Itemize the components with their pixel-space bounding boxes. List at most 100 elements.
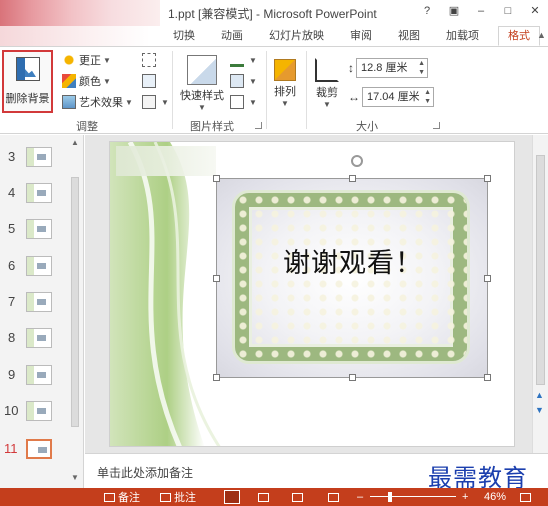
help-button[interactable]: ? (416, 3, 438, 19)
crop-icon (315, 58, 339, 82)
fit-window-icon (520, 492, 531, 502)
reading-view-button[interactable] (292, 490, 306, 504)
color-label: 颜色 (79, 76, 101, 88)
slide-sorter-view-button[interactable] (258, 490, 272, 504)
blurred-quick-access-area (0, 0, 160, 26)
normal-view-button[interactable] (224, 490, 240, 504)
width-input[interactable]: 17.04 厘米 ▲ ▼ (362, 87, 434, 107)
zoom-slider[interactable] (370, 496, 456, 497)
slide-thumbnail[interactable]: 10 (0, 397, 70, 427)
slide-canvas: 谢谢观看！ (109, 141, 515, 447)
fit-to-window-button[interactable] (520, 490, 534, 504)
scroll-down-icon[interactable]: ▼ (71, 473, 79, 482)
close-button[interactable]: ✕ (524, 3, 546, 19)
slide-thumbnails-pane: 3 4 5 6 7 8 9 10 11 ▲ ▼ (0, 135, 84, 488)
group-label-adjust: 调整 (76, 121, 98, 133)
slide-number: 7 (8, 294, 16, 309)
picture-layout-button[interactable]: ▼ (230, 93, 257, 111)
tab-addins[interactable]: 加载项 (433, 27, 492, 47)
tab-review[interactable]: 审阅 (337, 27, 385, 47)
size-launcher-icon[interactable] (433, 122, 440, 129)
picture-effects-button[interactable]: ▼ (230, 72, 257, 90)
rotate-handle-icon[interactable] (351, 155, 363, 167)
remove-background-button[interactable]: 删除背景 (2, 50, 53, 113)
corrections-button[interactable]: 更正 ▼ (62, 51, 111, 69)
change-picture-icon (142, 74, 156, 88)
resize-handle[interactable] (213, 175, 220, 182)
resize-handle[interactable] (213, 374, 220, 381)
comments-toggle-button[interactable]: 批注 (160, 490, 196, 504)
slide-thumbnail-image (26, 401, 52, 421)
slide-thumbnail[interactable]: 9 (0, 361, 70, 391)
slide-editing-area: 谢谢观看！ (85, 135, 532, 453)
slide-thumbnail[interactable]: 8 (0, 324, 70, 354)
slide-number: 8 (8, 330, 16, 345)
spinner-arrows-icon[interactable]: ▲ ▼ (418, 59, 425, 77)
zoom-level[interactable]: 46% (484, 490, 506, 504)
ribbon: 删除背景 更正 ▼ 颜色 ▼ 艺术效果 ▼ ▼ 调整 快速样式 ▼ ▼ ▼ ▼ 图片样… (0, 46, 548, 134)
slide-number: 5 (8, 221, 16, 236)
notes-toggle-button[interactable]: 备注 (104, 490, 140, 504)
collapse-ribbon-icon[interactable]: ▲ (537, 30, 546, 40)
group-separator (306, 51, 307, 129)
spinner-arrows-icon[interactable]: ▲ ▼ (424, 88, 431, 106)
quick-styles-icon (187, 55, 217, 85)
slide-thumbnail[interactable]: 6 (0, 252, 70, 282)
quick-styles-button[interactable]: 快速样式 ▼ (180, 55, 224, 112)
group-separator (172, 51, 173, 129)
artistic-effects-button[interactable]: 艺术效果 ▼ (62, 93, 133, 111)
slide-scrollbar[interactable]: ▲ ▼ (532, 135, 548, 453)
next-slide-icon[interactable]: ▼ (535, 405, 544, 415)
resize-handle[interactable] (484, 374, 491, 381)
tab-format[interactable]: 格式 (498, 26, 540, 46)
slide-thumbnail-image (26, 328, 52, 348)
zoom-slider-thumb[interactable] (388, 492, 392, 502)
picture-border-button[interactable]: ▼ (230, 51, 257, 69)
ribbon-display-options-button[interactable]: ▣ (443, 3, 465, 19)
height-input[interactable]: 12.8 厘米 ▲ ▼ (356, 58, 428, 78)
resize-handle[interactable] (349, 175, 356, 182)
resize-handle[interactable] (484, 275, 491, 282)
picture-styles-launcher-icon[interactable] (255, 122, 262, 129)
previous-slide-icon[interactable]: ▲ (535, 390, 544, 400)
zoom-in-button[interactable]: + (462, 490, 468, 504)
slide-thumbnail[interactable]: 3 (0, 143, 70, 173)
height-spinner[interactable]: ↕ 12.8 厘米 ▲ ▼ (348, 58, 428, 78)
tab-transitions[interactable]: 切换 (160, 27, 208, 47)
tab-slideshow[interactable]: 幻灯片放映 (256, 27, 337, 47)
slide-thumbnail[interactable]: 7 (0, 288, 70, 318)
group-label-picture-styles: 图片样式 (190, 121, 234, 133)
slide-thumbnail-selected[interactable]: 11 (0, 435, 70, 465)
maximize-button[interactable]: □ (497, 3, 519, 19)
slide-thumbnail-image (26, 365, 52, 385)
arrange-button[interactable]: 排列 ▼ (270, 55, 300, 108)
selected-picture[interactable]: 谢谢观看！ (213, 155, 491, 381)
slide-thumbnail[interactable]: 4 (0, 179, 70, 209)
slideshow-view-button[interactable] (328, 490, 342, 504)
change-picture-button[interactable] (142, 72, 159, 90)
notes-placeholder[interactable]: 单击此处添加备注 (97, 464, 193, 481)
scroll-up-icon[interactable]: ▲ (71, 138, 79, 147)
tab-view[interactable]: 视图 (385, 27, 433, 47)
ribbon-tabs: 切换 动画 幻灯片放映 审阅 视图 加载项 (160, 27, 492, 47)
blurred-tab-area (0, 26, 150, 46)
scroll-thumb[interactable] (71, 177, 79, 427)
zoom-out-button[interactable]: – (357, 490, 363, 504)
resize-handle[interactable] (213, 275, 220, 282)
crop-button[interactable]: 裁剪 ▼ (312, 55, 342, 109)
picture-layout-icon (230, 95, 244, 109)
compress-pictures-button[interactable] (142, 51, 159, 69)
color-button[interactable]: 颜色 ▼ (62, 72, 111, 90)
thumbnails-scrollbar[interactable]: ▲ ▼ (68, 137, 82, 482)
scroll-thumb[interactable] (536, 155, 545, 385)
tab-animations[interactable]: 动画 (208, 27, 256, 47)
resize-handle[interactable] (349, 374, 356, 381)
group-label-size: 大小 (356, 121, 378, 133)
slide-thumbnail[interactable]: 5 (0, 215, 70, 245)
reset-picture-button[interactable]: ▼ (142, 93, 169, 111)
minimize-button[interactable]: – (470, 3, 492, 19)
grid-icon (258, 492, 269, 502)
projector-icon (328, 492, 339, 502)
width-spinner[interactable]: ↔ 17.04 厘米 ▲ ▼ (348, 87, 434, 107)
resize-handle[interactable] (484, 175, 491, 182)
